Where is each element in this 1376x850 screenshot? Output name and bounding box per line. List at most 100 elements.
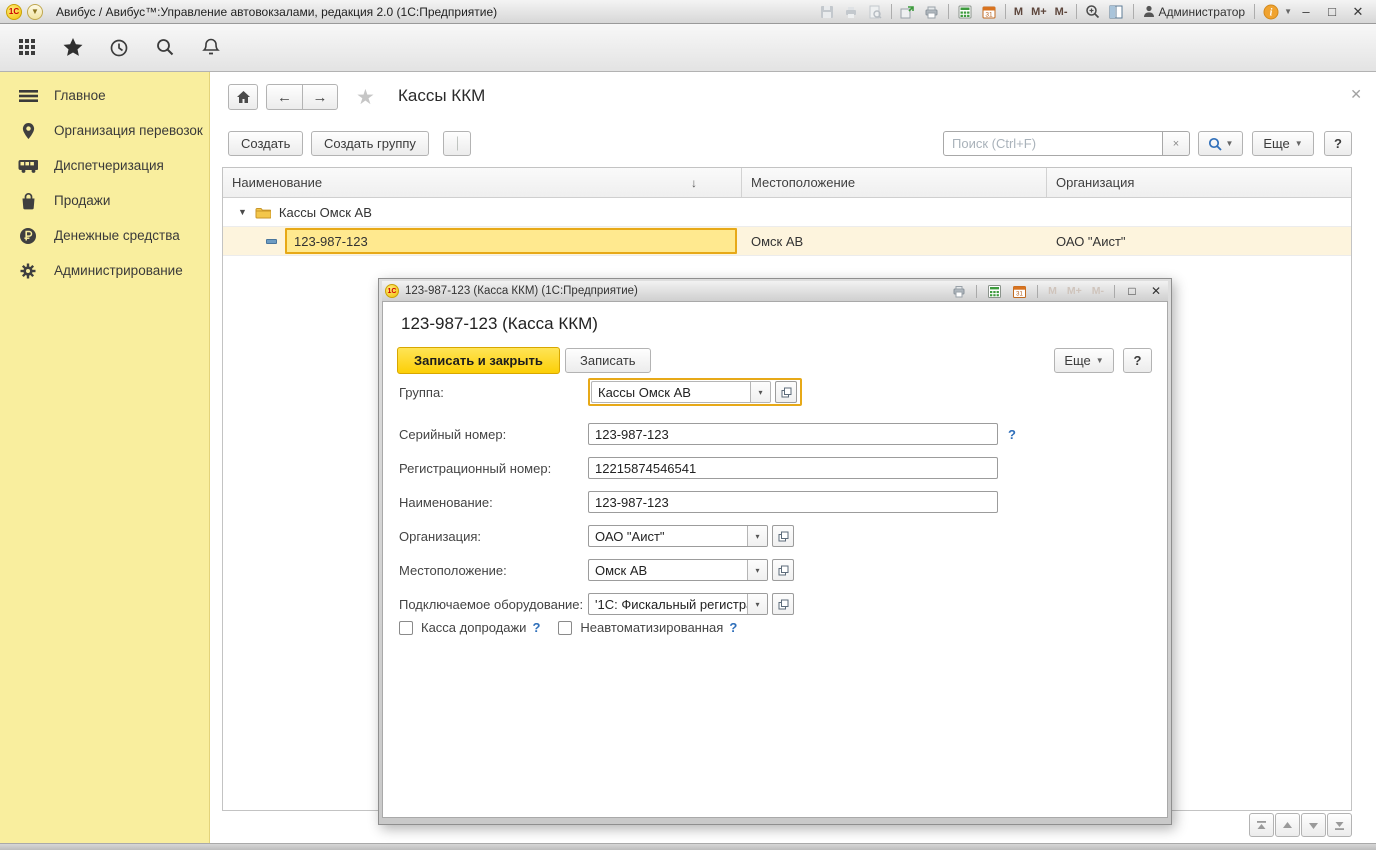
open-reference-button[interactable] — [772, 525, 794, 547]
separator — [1133, 4, 1134, 19]
organization-combo[interactable]: ОАО "Аист" ▾ — [588, 525, 768, 547]
close-page-button[interactable]: ✕ — [1350, 86, 1362, 103]
favorites-star-icon[interactable] — [60, 35, 86, 61]
sidebar-item-sales[interactable]: Продажи — [0, 183, 209, 218]
current-user[interactable]: Администратор — [1139, 5, 1250, 19]
column-header-location[interactable]: Местоположение — [741, 168, 1046, 197]
save-and-close-button[interactable]: Записать и закрыть — [397, 347, 560, 374]
location-combo[interactable]: Омск АВ ▾ — [588, 559, 768, 581]
go-up-button[interactable] — [1275, 813, 1300, 837]
dropdown-arrow-icon[interactable]: ▾ — [747, 526, 767, 546]
dialog-titlebar[interactable]: 1С 123-987-123 (Касса ККМ) (1С:Предприят… — [382, 281, 1168, 301]
zoom-icon[interactable] — [1082, 2, 1104, 21]
field-help-link[interactable]: ? — [1008, 427, 1016, 442]
create-button[interactable]: Создать — [228, 131, 303, 156]
field-label: Серийный номер: — [399, 427, 588, 442]
go-down-button[interactable] — [1301, 813, 1326, 837]
dialog-body: 123-987-123 (Касса ККМ) Записать и закры… — [382, 301, 1168, 818]
focused-field-ring: Кассы Омск АВ ▾ — [588, 378, 802, 406]
split-view-icon[interactable] — [1106, 2, 1128, 21]
print-settings-icon[interactable] — [949, 283, 968, 299]
maximize-button[interactable]: □ — [1320, 4, 1344, 19]
info-dropdown-icon[interactable]: ▼ — [1284, 7, 1292, 16]
gear-icon — [18, 262, 38, 280]
calculator-icon[interactable] — [985, 283, 1004, 299]
status-bar — [0, 843, 1376, 850]
svg-text:31: 31 — [1016, 291, 1023, 297]
favorite-toggle-star[interactable]: ★ — [356, 85, 375, 110]
search-button[interactable]: ▼ — [1198, 131, 1243, 156]
sections-grid-icon[interactable] — [14, 35, 40, 61]
search-icon[interactable] — [152, 35, 178, 61]
print-settings-icon[interactable] — [921, 2, 943, 21]
home-button[interactable] — [228, 84, 258, 110]
info-icon[interactable]: i — [1260, 2, 1282, 21]
sidebar-item-dispatching[interactable]: Диспетчеризация — [0, 148, 209, 183]
minimize-button[interactable]: – — [1294, 4, 1318, 19]
memory-subtract-button[interactable]: М- — [1052, 6, 1071, 18]
notifications-bell-icon[interactable] — [198, 35, 224, 61]
create-group-button[interactable]: Создать группу — [311, 131, 429, 156]
resale-cashbox-checkbox[interactable] — [399, 621, 413, 635]
sidebar-item-transport-organization[interactable]: Организация перевозок — [0, 113, 209, 148]
open-in-form-icon — [781, 387, 792, 398]
go-to-top-button[interactable] — [1249, 813, 1274, 837]
svg-text:i: i — [1270, 7, 1273, 18]
search-input[interactable] — [943, 131, 1163, 156]
column-header-name[interactable]: Наименование ↓ — [223, 168, 741, 197]
checkbox-help-link[interactable]: ? — [532, 620, 540, 635]
back-button[interactable]: ← — [266, 84, 302, 110]
dropdown-arrow-icon[interactable]: ▾ — [750, 382, 770, 402]
dropdown-arrow-icon[interactable]: ▾ — [747, 560, 767, 580]
dialog-maximize-button[interactable]: □ — [1123, 284, 1141, 298]
folder-icon — [255, 206, 271, 219]
forward-button[interactable]: → — [302, 84, 338, 110]
checkbox-help-link[interactable]: ? — [729, 620, 737, 635]
copy-item-button[interactable] — [443, 131, 471, 156]
item-location: Омск АВ — [741, 234, 1046, 249]
list-scroll-buttons — [1249, 813, 1352, 837]
field-label: Наименование: — [399, 495, 588, 510]
selected-cell[interactable]: 123-987-123 — [285, 228, 737, 254]
dialog-help-button[interactable]: ? — [1123, 348, 1152, 373]
calendar-icon[interactable]: 31 — [978, 2, 1000, 21]
dropdown-arrow-icon[interactable]: ▾ — [747, 594, 767, 614]
calendar-icon[interactable]: 31 — [1010, 283, 1029, 299]
open-reference-button[interactable] — [775, 381, 797, 403]
dialog-more-button[interactable]: Еще ▼ — [1054, 348, 1114, 373]
serial-number-input[interactable] — [588, 423, 998, 445]
calculator-icon[interactable] — [954, 2, 976, 21]
main-menu-button[interactable]: ▼ — [27, 4, 43, 20]
go-to-bottom-button[interactable] — [1327, 813, 1352, 837]
name-input[interactable] — [588, 491, 998, 513]
history-icon[interactable] — [106, 35, 132, 61]
field-row-equipment: Подключаемое оборудование: '1С: Фискальн… — [399, 592, 794, 616]
more-button[interactable]: Еще ▼ — [1252, 131, 1314, 156]
separator — [1114, 285, 1115, 298]
open-reference-button[interactable] — [772, 559, 794, 581]
table-row-item-selected[interactable]: 123-987-123 Омск АВ ОАО "Аист" — [223, 227, 1351, 256]
item-name: 123-987-123 — [294, 234, 368, 249]
open-in-form-icon — [778, 599, 789, 610]
separator — [891, 4, 892, 19]
save-button[interactable]: Записать — [565, 348, 651, 373]
table-row-group[interactable]: ▼ Кассы Омск АВ — [223, 198, 1351, 227]
dialog-close-button[interactable]: ✕ — [1147, 284, 1165, 298]
import-data-icon[interactable] — [897, 2, 919, 21]
memory-add-button[interactable]: М+ — [1028, 6, 1050, 18]
registration-number-input[interactable] — [588, 457, 998, 479]
expander-icon[interactable]: ▼ — [238, 207, 247, 217]
help-button[interactable]: ? — [1324, 131, 1352, 156]
equipment-combo[interactable]: '1С: Фискальный регистра ▾ — [588, 593, 768, 615]
close-window-button[interactable]: ✕ — [1346, 4, 1370, 20]
open-reference-button[interactable] — [772, 593, 794, 615]
separator — [1037, 285, 1038, 298]
column-header-organization[interactable]: Организация — [1046, 168, 1351, 197]
group-combo[interactable]: Кассы Омск АВ ▾ — [591, 381, 771, 403]
non-automated-checkbox[interactable] — [558, 621, 572, 635]
sidebar-item-cash-funds[interactable]: Денежные средства — [0, 218, 209, 253]
memory-recall-button[interactable]: М — [1011, 6, 1026, 18]
search-clear-button[interactable]: × — [1163, 131, 1190, 156]
sidebar-item-main[interactable]: Главное — [0, 78, 209, 113]
sidebar-item-administration[interactable]: Администрирование — [0, 253, 209, 288]
